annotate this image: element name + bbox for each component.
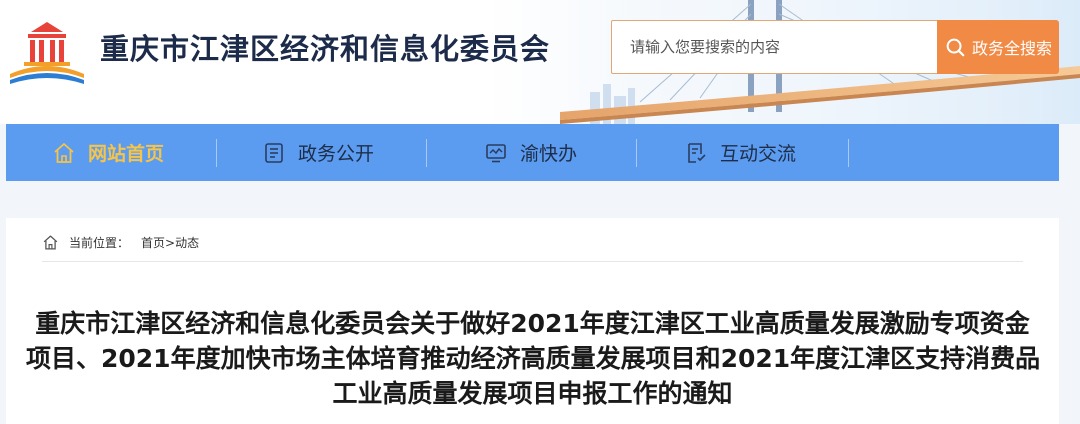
nav-divider bbox=[216, 139, 217, 167]
article-panel: 当前位置： 首页 > 动态 重庆市江津区经济和信息化委员会关于做好2021年度江… bbox=[6, 218, 1059, 424]
article-title: 重庆市江津区经济和信息化委员会关于做好2021年度江津区工业高质量发展激励专项资… bbox=[26, 306, 1041, 411]
breadcrumb-prefix: 当前位置： bbox=[69, 236, 130, 250]
nav-item-government-affairs[interactable]: 政务公开 bbox=[262, 124, 374, 181]
divider bbox=[42, 261, 1023, 262]
search-button-label: 政务全搜索 bbox=[971, 39, 1052, 58]
nav-divider bbox=[426, 139, 427, 167]
home-icon bbox=[54, 142, 74, 163]
nav-item-yukuaiban[interactable]: 渝快办 bbox=[484, 124, 577, 181]
monitor-icon bbox=[486, 143, 506, 162]
feedback-icon bbox=[688, 142, 706, 163]
search-box bbox=[611, 20, 937, 74]
nav-item-home[interactable]: 网站首页 bbox=[52, 124, 164, 181]
breadcrumb-separator: > bbox=[165, 235, 176, 250]
article-title-line: 重庆市江津区经济和信息化委员会关于做好2021年度江津区工业高质量发展激励专项资… bbox=[35, 309, 1030, 338]
government-building-logo-icon[interactable] bbox=[6, 18, 88, 88]
nav-item-label: 网站首页 bbox=[88, 143, 165, 165]
article-title-line: 项目、2021年度加快市场主体培育推动经济高质量发展项目和2021年度江津区支持… bbox=[26, 344, 1041, 373]
search-icon bbox=[946, 38, 965, 57]
nav-item-label: 渝快办 bbox=[520, 143, 578, 165]
breadcrumb-home-link[interactable]: 首页 bbox=[141, 234, 165, 251]
nav-item-interaction[interactable]: 互动交流 bbox=[684, 124, 796, 181]
search-button[interactable]: 政务全搜索 bbox=[937, 20, 1059, 74]
site-header: 重庆市江津区经济和信息化委员会 政务全搜索 bbox=[0, 0, 1080, 124]
nav-item-label: 互动交流 bbox=[720, 143, 797, 165]
home-icon bbox=[43, 235, 58, 250]
nav-divider bbox=[636, 139, 637, 167]
nav-item-label: 政务公开 bbox=[298, 143, 375, 165]
site-title[interactable]: 重庆市江津区经济和信息化委员会 bbox=[100, 26, 550, 68]
breadcrumb: 当前位置： 首页 > 动态 bbox=[42, 234, 199, 251]
breadcrumb-news-link[interactable]: 动态 bbox=[175, 234, 199, 251]
article-title-line: 工业高质量发展项目申报工作的通知 bbox=[332, 379, 733, 408]
main-nav: 网站首页 政务公开 渝快办 互动交流 bbox=[6, 124, 1059, 181]
search-input[interactable] bbox=[612, 21, 937, 73]
nav-divider bbox=[848, 139, 849, 167]
document-icon bbox=[265, 142, 283, 163]
